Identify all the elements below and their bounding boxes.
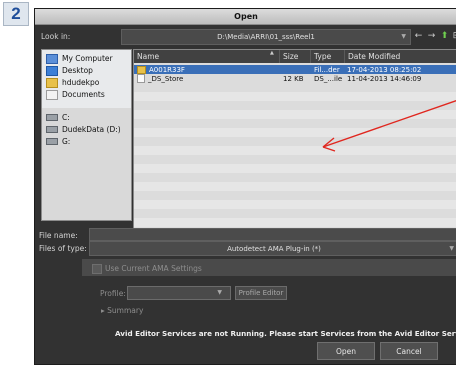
sidebar-item-desktop[interactable]: Desktop — [46, 65, 93, 76]
sidebar-item-label: Desktop — [62, 66, 93, 75]
file-date-cell: 17-04-2013 08:25:02 — [347, 65, 422, 74]
empty-row-stripe — [134, 200, 456, 209]
sidebar-item-documents[interactable]: Documents — [46, 89, 105, 100]
files-of-type-select[interactable]: Autodetect AMA Plug-in (*) ▼ — [89, 241, 456, 256]
file-name-label: File name: — [39, 231, 78, 240]
sidebar-item-label: Documents — [62, 90, 105, 99]
column-header-size[interactable]: Size — [280, 50, 311, 63]
summary-label: Summary — [107, 306, 144, 315]
open-dialog: Open Look in: D:\Media\ARRI\01_sss\Reel1… — [34, 8, 456, 365]
sidebar-item-c-drive[interactable]: C: — [46, 112, 70, 123]
dropdown-icon: ▼ — [401, 33, 406, 40]
file-icon — [137, 74, 145, 83]
empty-row-stripe — [134, 110, 456, 119]
sidebar-item-g-drive[interactable]: G: — [46, 136, 70, 147]
new-folder-icon[interactable]: ⊞ — [450, 29, 456, 43]
sort-ascending-icon: ▲ — [270, 50, 274, 56]
computer-icon — [46, 53, 58, 64]
user-folder-icon — [46, 77, 58, 88]
file-size-cell: 12 KB — [283, 74, 304, 83]
drive-icon — [46, 138, 58, 145]
column-header-type[interactable]: Type — [311, 50, 345, 63]
profile-select[interactable]: ▼ — [127, 286, 231, 300]
drive-icon — [46, 114, 58, 121]
desktop-icon — [46, 65, 58, 76]
file-name-cell: A001R33F — [137, 65, 277, 74]
dialog-title: Open — [35, 9, 456, 25]
file-type-cell: DS_...ile — [314, 74, 343, 83]
empty-row-stripe — [134, 146, 456, 155]
sidebar-item-label: G: — [62, 137, 71, 146]
forward-arrow-icon[interactable]: → — [425, 29, 438, 43]
empty-row-stripe — [134, 92, 456, 101]
sidebar-item-d-drive[interactable]: DudekData (D:) — [46, 124, 121, 135]
table-row[interactable]: A001R33F Fil...der 17-04-2013 08:25:02 — [134, 65, 456, 74]
file-name-input[interactable] — [89, 228, 456, 241]
step-number-badge: 2 — [3, 2, 29, 26]
avid-services-warning: Avid Editor Services are not Running. Pl… — [115, 329, 456, 338]
cancel-button[interactable]: Cancel — [380, 342, 438, 360]
look-in-combobox[interactable]: D:\Media\ARRI\01_sss\Reel1 ▼ — [121, 29, 411, 45]
sidebar-item-my-computer[interactable]: My Computer — [46, 53, 113, 64]
empty-row-stripe — [134, 164, 456, 173]
look-in-label: Look in: — [41, 32, 71, 41]
column-header-name[interactable]: Name — [134, 50, 280, 63]
folder-icon — [137, 65, 146, 74]
file-size-cell — [283, 65, 311, 74]
sidebar-item-hdudekpo[interactable]: hdudekpo — [46, 77, 99, 88]
file-name-text: A001R33F — [149, 65, 185, 74]
summary-toggle[interactable]: ▸ Summary — [101, 306, 143, 315]
places-sidebar: My Computer Desktop hdudekpo Documents C… — [41, 49, 132, 221]
file-list-pane[interactable]: Name ▲ Size Type Date Modified A001R33F … — [133, 49, 456, 229]
profile-editor-button[interactable]: Profile Editor — [235, 286, 287, 300]
dropdown-icon: ▼ — [449, 245, 454, 252]
files-of-type-label: Files of type: — [39, 244, 87, 253]
file-type-cell: Fil...der — [314, 65, 340, 74]
table-row[interactable]: _DS_Store 12 KB DS_...ile 11-04-2013 14:… — [134, 74, 456, 83]
file-name-cell: _DS_Store — [137, 74, 277, 83]
drive-icon — [46, 126, 58, 133]
empty-row-stripe — [134, 182, 456, 191]
dropdown-icon: ▼ — [217, 289, 222, 296]
file-date-cell: 11-04-2013 14:46:09 — [347, 74, 422, 83]
use-current-ama-checkbox[interactable] — [92, 264, 102, 274]
file-name-text: _DS_Store — [148, 74, 184, 83]
empty-row-stripe — [134, 128, 456, 137]
use-current-ama-label: Use Current AMA Settings — [105, 264, 202, 273]
column-header-date-modified[interactable]: Date Modified — [345, 50, 456, 63]
sidebar-item-label: My Computer — [62, 54, 113, 63]
look-in-path: D:\Media\ARRI\01_sss\Reel1 — [217, 33, 315, 41]
sidebar-item-label: DudekData (D:) — [62, 125, 121, 134]
back-arrow-icon[interactable]: ← — [412, 29, 425, 43]
profile-label: Profile: — [100, 289, 126, 298]
sidebar-item-label: hdudekpo — [62, 78, 100, 87]
open-button[interactable]: Open — [317, 342, 375, 360]
documents-icon — [46, 89, 58, 100]
files-of-type-value: Autodetect AMA Plug-in (*) — [227, 244, 321, 253]
empty-row-stripe — [134, 218, 456, 227]
sidebar-item-label: C: — [62, 113, 70, 122]
file-list-header: Name ▲ Size Type Date Modified — [134, 50, 456, 63]
